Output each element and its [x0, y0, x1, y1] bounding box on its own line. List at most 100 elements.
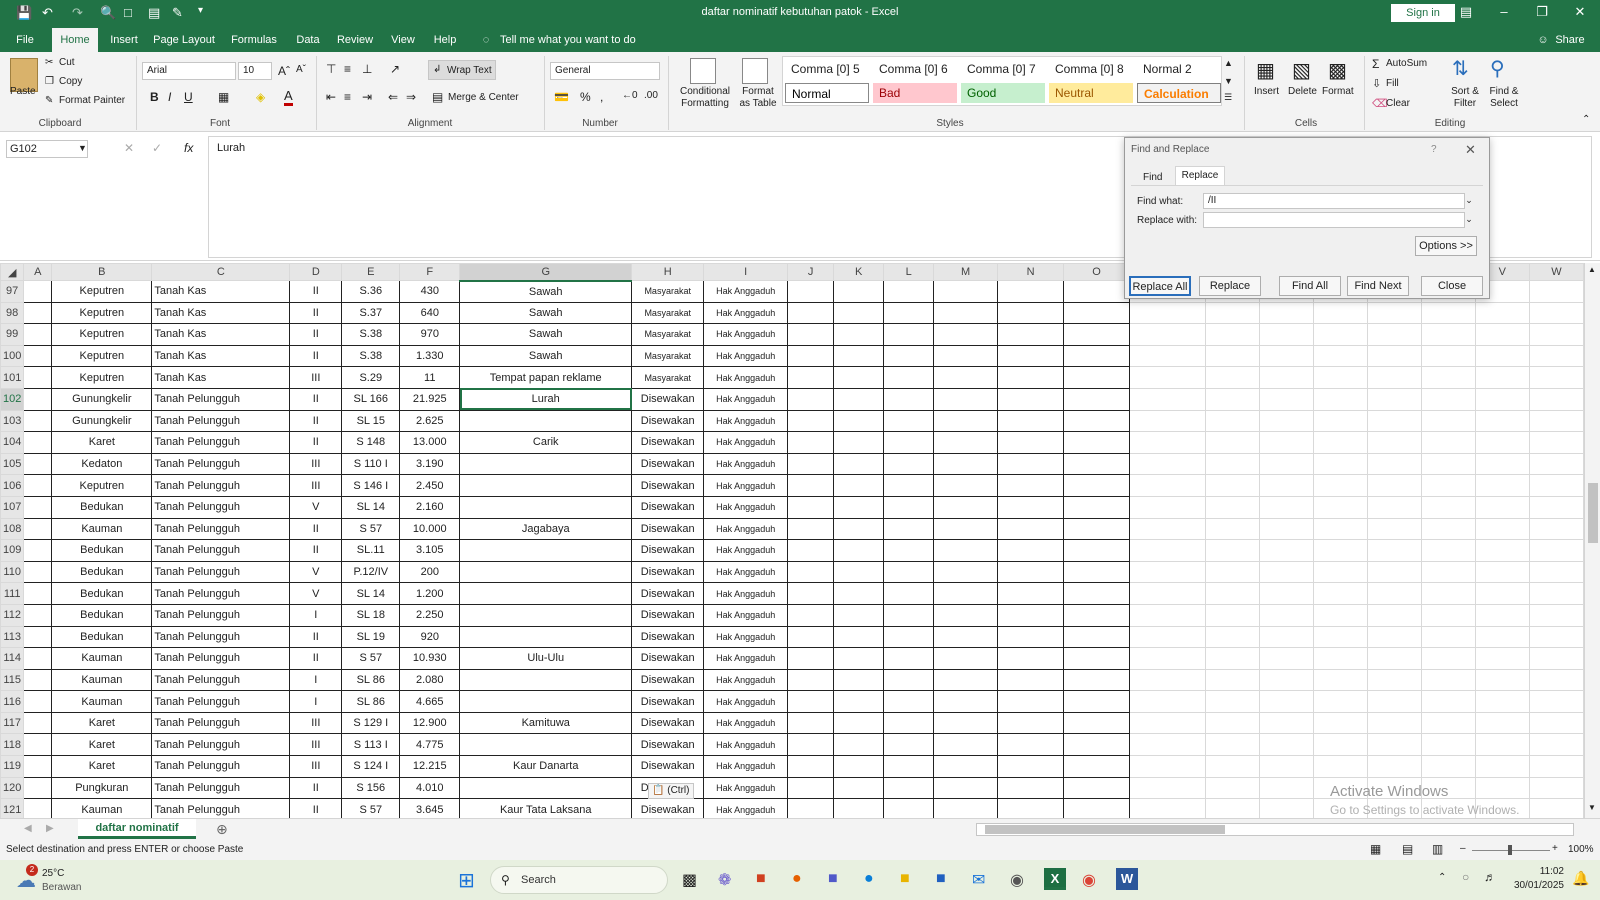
- cell[interactable]: [1205, 798, 1260, 818]
- find-what-dropdown-icon[interactable]: ⌄: [1463, 195, 1475, 206]
- cell[interactable]: S.36: [341, 280, 401, 303]
- cell[interactable]: [933, 301, 999, 325]
- cell[interactable]: [1528, 798, 1584, 818]
- cell[interactable]: [787, 409, 835, 433]
- cell[interactable]: [1312, 647, 1368, 670]
- cell[interactable]: [1205, 668, 1260, 692]
- number-format-box[interactable]: General: [550, 62, 660, 80]
- gallery-down-icon[interactable]: ▼: [1224, 76, 1233, 86]
- cell[interactable]: SL 19: [341, 625, 401, 649]
- close-window-icon[interactable]: ✕: [1570, 4, 1590, 20]
- tab-formulas[interactable]: Formulas: [228, 28, 280, 52]
- copy-button[interactable]: Copy: [59, 76, 82, 87]
- cell[interactable]: [787, 301, 835, 325]
- cell[interactable]: [1205, 755, 1260, 778]
- cell[interactable]: [1129, 495, 1206, 519]
- cell[interactable]: Hak Anggaduh: [703, 517, 789, 541]
- cell[interactable]: [1420, 560, 1476, 584]
- cell[interactable]: [1474, 690, 1530, 713]
- merge-center-button[interactable]: Merge & Center: [448, 92, 519, 103]
- cell[interactable]: Disewakan: [631, 387, 705, 411]
- show-hidden-icons[interactable]: ⌃: [1438, 872, 1446, 883]
- cell[interactable]: S 129 I: [341, 711, 401, 735]
- cell[interactable]: SL 166: [341, 387, 401, 411]
- row-header[interactable]: 118: [0, 733, 25, 757]
- cell[interactable]: [1312, 690, 1368, 713]
- cell[interactable]: [1312, 711, 1368, 735]
- cell[interactable]: [1205, 366, 1260, 389]
- cell[interactable]: [833, 711, 885, 735]
- tab-home[interactable]: Home: [52, 28, 98, 53]
- cell[interactable]: Hak Anggaduh: [703, 603, 789, 627]
- cell[interactable]: Hak Anggaduh: [703, 560, 789, 584]
- cell[interactable]: [883, 387, 935, 411]
- cell[interactable]: [787, 668, 835, 692]
- cell[interactable]: 12.900: [399, 711, 461, 735]
- cell[interactable]: [23, 668, 53, 692]
- prev-sheet-icon[interactable]: ◀: [24, 823, 32, 834]
- cell[interactable]: [883, 668, 935, 692]
- cell[interactable]: [1063, 431, 1131, 454]
- cell[interactable]: [833, 452, 885, 476]
- cell[interactable]: [997, 560, 1065, 584]
- cell[interactable]: [23, 474, 53, 497]
- cell[interactable]: Sawah: [459, 280, 633, 303]
- cell[interactable]: 430: [399, 280, 461, 303]
- cell[interactable]: Karet: [51, 431, 153, 454]
- cell[interactable]: [933, 711, 999, 735]
- cell[interactable]: [1528, 690, 1584, 713]
- cell[interactable]: Hak Anggaduh: [703, 690, 789, 713]
- cell[interactable]: II: [289, 344, 343, 368]
- cell[interactable]: [883, 733, 935, 757]
- style-neutral[interactable]: Neutral: [1049, 83, 1133, 103]
- cell[interactable]: Tanah Pelungguh: [151, 409, 291, 433]
- cell[interactable]: [833, 798, 885, 818]
- cell[interactable]: [1129, 387, 1206, 411]
- cell[interactable]: [997, 798, 1065, 818]
- cell[interactable]: Tanah Pelungguh: [151, 776, 291, 800]
- cell[interactable]: Bedukan: [51, 625, 153, 649]
- cell[interactable]: [1474, 323, 1530, 346]
- cell[interactable]: [1063, 603, 1131, 627]
- cell[interactable]: III: [289, 474, 343, 497]
- cell[interactable]: [1474, 539, 1530, 562]
- cell[interactable]: Keputren: [51, 301, 153, 325]
- cell[interactable]: [787, 755, 835, 778]
- find-select-button[interactable]: Find & Select: [1484, 86, 1524, 110]
- column-header[interactable]: K: [833, 263, 885, 281]
- cell[interactable]: [1063, 387, 1131, 411]
- cell[interactable]: V: [289, 582, 343, 605]
- cell[interactable]: [933, 366, 999, 389]
- cell[interactable]: [1205, 474, 1260, 497]
- cell[interactable]: [1312, 517, 1368, 541]
- paste-button[interactable]: Paste: [10, 86, 36, 97]
- cell[interactable]: III: [289, 452, 343, 476]
- cell[interactable]: [1420, 452, 1476, 476]
- find-next-button[interactable]: Find Next: [1347, 276, 1409, 296]
- cell[interactable]: [933, 755, 999, 778]
- cell[interactable]: Disewakan: [631, 625, 705, 649]
- format-cells-button[interactable]: Format: [1322, 86, 1354, 97]
- cell[interactable]: [1528, 755, 1584, 778]
- tab-review[interactable]: Review: [334, 28, 376, 52]
- cell[interactable]: [23, 798, 53, 818]
- cell[interactable]: [787, 517, 835, 541]
- cell[interactable]: [787, 733, 835, 757]
- row-header[interactable]: 102: [0, 387, 25, 411]
- cell[interactable]: [1129, 517, 1206, 541]
- cell[interactable]: [1205, 647, 1260, 670]
- cell[interactable]: [1205, 625, 1260, 649]
- decrease-indent-icon[interactable]: ⇐: [388, 90, 398, 104]
- cell[interactable]: [459, 625, 633, 649]
- cell[interactable]: [1258, 452, 1314, 476]
- cell[interactable]: [1258, 387, 1314, 411]
- cell[interactable]: [787, 711, 835, 735]
- cell[interactable]: 3.105: [399, 539, 461, 562]
- cell[interactable]: [833, 539, 885, 562]
- cell[interactable]: [1258, 474, 1314, 497]
- cell[interactable]: I: [289, 603, 343, 627]
- cell[interactable]: III: [289, 366, 343, 389]
- temperature[interactable]: 25°C: [42, 868, 64, 879]
- tab-help[interactable]: Help: [430, 28, 460, 52]
- cell[interactable]: [1474, 409, 1530, 433]
